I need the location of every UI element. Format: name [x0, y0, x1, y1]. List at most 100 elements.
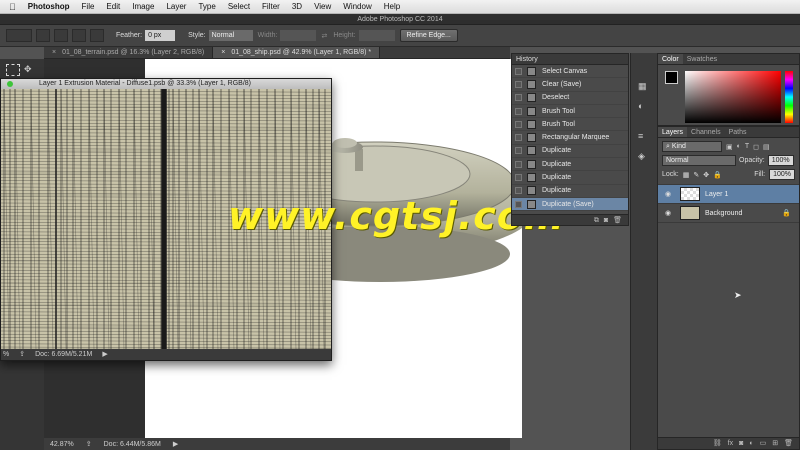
lock-transparent-icon[interactable]: ▦ — [683, 171, 690, 179]
menu-3d[interactable]: 3D — [286, 2, 308, 11]
eye-icon[interactable]: ◉ — [662, 209, 674, 217]
snapshot-camera-icon[interactable]: ◙ — [604, 215, 608, 225]
history-item[interactable]: Select Canvas — [512, 65, 628, 79]
3d-panel-icon[interactable]: ◈ — [638, 151, 645, 162]
feather-input[interactable]: 0 px — [145, 30, 176, 41]
delete-state-icon[interactable]: 🗑 — [613, 215, 622, 225]
style-select[interactable]: Normal — [208, 30, 253, 41]
menu-select[interactable]: Select — [222, 2, 256, 11]
history-item[interactable]: Rectangular Marquee — [512, 131, 628, 145]
status-menu-arrow-icon[interactable]: ▶ — [173, 440, 178, 448]
history-source-checkbox[interactable] — [515, 200, 522, 208]
adjustment-filter-icon[interactable]: ◐ — [737, 143, 741, 150]
layer-row-layer-1[interactable]: ◉ Layer 1 — [658, 185, 799, 204]
intersect-selection-icon[interactable] — [90, 29, 104, 42]
menu-file[interactable]: File — [76, 2, 101, 11]
refine-edge-button[interactable]: Refine Edge... — [399, 29, 458, 42]
menu-filter[interactable]: Filter — [256, 2, 286, 11]
share-icon[interactable]: ⇪ — [19, 349, 25, 360]
opacity-input[interactable]: 100% — [767, 155, 794, 166]
window-zoom-dot-icon[interactable] — [7, 81, 13, 87]
tab-channels[interactable]: Channels — [687, 127, 725, 137]
layer-row-background[interactable]: ◉ Background 🔒 — [658, 204, 799, 223]
status-menu-arrow-icon[interactable]: ▶ — [102, 349, 107, 360]
menu-layer[interactable]: Layer — [160, 2, 192, 11]
texture-window-titlebar[interactable]: Layer 1 Extrusion Material - Diffuse1.ps… — [1, 79, 331, 89]
new-document-from-state-icon[interactable]: ⧉ — [594, 215, 599, 225]
history-item[interactable]: Clear (Save) — [512, 78, 628, 92]
share-icon[interactable]: ⇪ — [86, 440, 92, 448]
history-item[interactable]: Duplicate (Save) — [512, 197, 628, 212]
adjustment-icon[interactable]: ◐ — [749, 438, 753, 449]
new-layer-icon[interactable]: ⊞ — [772, 438, 778, 449]
menu-edit[interactable]: Edit — [100, 2, 126, 11]
history-item[interactable]: Brush Tool — [512, 118, 628, 132]
tab-color[interactable]: Color — [658, 54, 683, 64]
history-item[interactable]: Duplicate — [512, 185, 628, 198]
history-source-checkbox[interactable] — [515, 134, 522, 142]
lock-position-icon[interactable]: ✥ — [703, 171, 709, 179]
properties-icon[interactable]: ≡ — [638, 131, 643, 141]
history-source-checkbox[interactable] — [515, 174, 522, 182]
trash-icon[interactable]: 🗑 — [784, 438, 793, 449]
menu-window[interactable]: Window — [337, 2, 377, 11]
lock-all-icon[interactable]: 🔒 — [713, 171, 722, 179]
smart-object-filter-icon[interactable]: ▤ — [763, 143, 770, 151]
marquee-tool-preset-icon[interactable] — [6, 29, 32, 42]
tab-paths[interactable]: Paths — [725, 127, 751, 137]
history-item[interactable]: Duplicate — [512, 171, 628, 185]
pixel-filter-icon[interactable]: ▣ — [726, 143, 733, 151]
link-icon[interactable]: ⛓ — [713, 438, 722, 449]
document-state-icon — [527, 133, 536, 143]
menu-help[interactable]: Help — [378, 2, 406, 11]
history-source-checkbox[interactable] — [515, 80, 522, 88]
menu-view[interactable]: View — [308, 2, 337, 11]
histogram-icon[interactable]: ▦ — [638, 81, 647, 92]
shape-filter-icon[interactable]: ◻ — [753, 143, 759, 151]
history-source-checkbox[interactable] — [515, 94, 522, 102]
swap-icon[interactable]: ⇄ — [321, 32, 327, 40]
history-source-checkbox[interactable] — [515, 67, 522, 75]
history-source-checkbox[interactable] — [515, 120, 522, 128]
tab-terrain-doc[interactable]: × 01_08_terrain.psd @ 16.3% (Layer 2, RG… — [44, 47, 214, 59]
history-item[interactable]: Brush Tool — [512, 105, 628, 119]
tab-layers[interactable]: Layers — [658, 127, 688, 137]
fx-icon[interactable]: fx — [728, 438, 733, 449]
eye-icon[interactable]: ◉ — [662, 190, 674, 198]
type-filter-icon[interactable]: T — [745, 143, 749, 150]
menu-type[interactable]: Type — [192, 2, 221, 11]
history-source-checkbox[interactable] — [515, 147, 522, 155]
new-selection-icon[interactable] — [36, 29, 50, 42]
width-input[interactable] — [280, 30, 317, 41]
apple-menu-icon[interactable]:  — [0, 2, 22, 12]
color-field[interactable] — [685, 71, 781, 123]
foreground-color-swatch[interactable] — [665, 71, 678, 84]
move-tool-icon[interactable]: ✥ — [24, 64, 34, 76]
menu-photoshop[interactable]: Photoshop — [22, 2, 76, 11]
kind-filter-select[interactable]: ⌕ Kind — [662, 141, 722, 152]
folder-icon[interactable]: ▭ — [760, 438, 767, 449]
history-source-checkbox[interactable] — [515, 187, 522, 195]
rectangular-marquee-tool-icon[interactable] — [6, 64, 20, 76]
history-item[interactable]: Duplicate — [512, 158, 628, 172]
menu-image[interactable]: Image — [126, 2, 160, 11]
add-selection-icon[interactable] — [54, 29, 68, 42]
mask-icon[interactable]: ◙ — [739, 438, 743, 449]
history-item-label: Clear (Save) — [542, 80, 582, 88]
fill-input[interactable]: 100% — [769, 169, 795, 180]
blend-mode-select[interactable]: Normal — [662, 155, 736, 166]
height-input[interactable] — [358, 30, 395, 41]
lock-pixels-icon[interactable]: ✎ — [693, 171, 699, 179]
history-source-checkbox[interactable] — [515, 160, 522, 168]
tab-close-icon[interactable]: × — [221, 47, 225, 59]
tab-close-icon[interactable]: × — [52, 47, 56, 59]
adjustments-icon[interactable]: ◐ — [638, 101, 643, 111]
history-panel-title[interactable]: History — [512, 54, 628, 65]
tab-swatches[interactable]: Swatches — [683, 54, 721, 64]
history-item[interactable]: Duplicate — [512, 145, 628, 159]
hue-slider[interactable] — [785, 71, 793, 123]
history-source-checkbox[interactable] — [515, 107, 522, 115]
tab-ship-doc[interactable]: × 01_08_ship.psd @ 42.9% (Layer 1, RGB/8… — [213, 47, 381, 59]
subtract-selection-icon[interactable] — [72, 29, 86, 42]
history-item[interactable]: Deselect — [512, 92, 628, 105]
